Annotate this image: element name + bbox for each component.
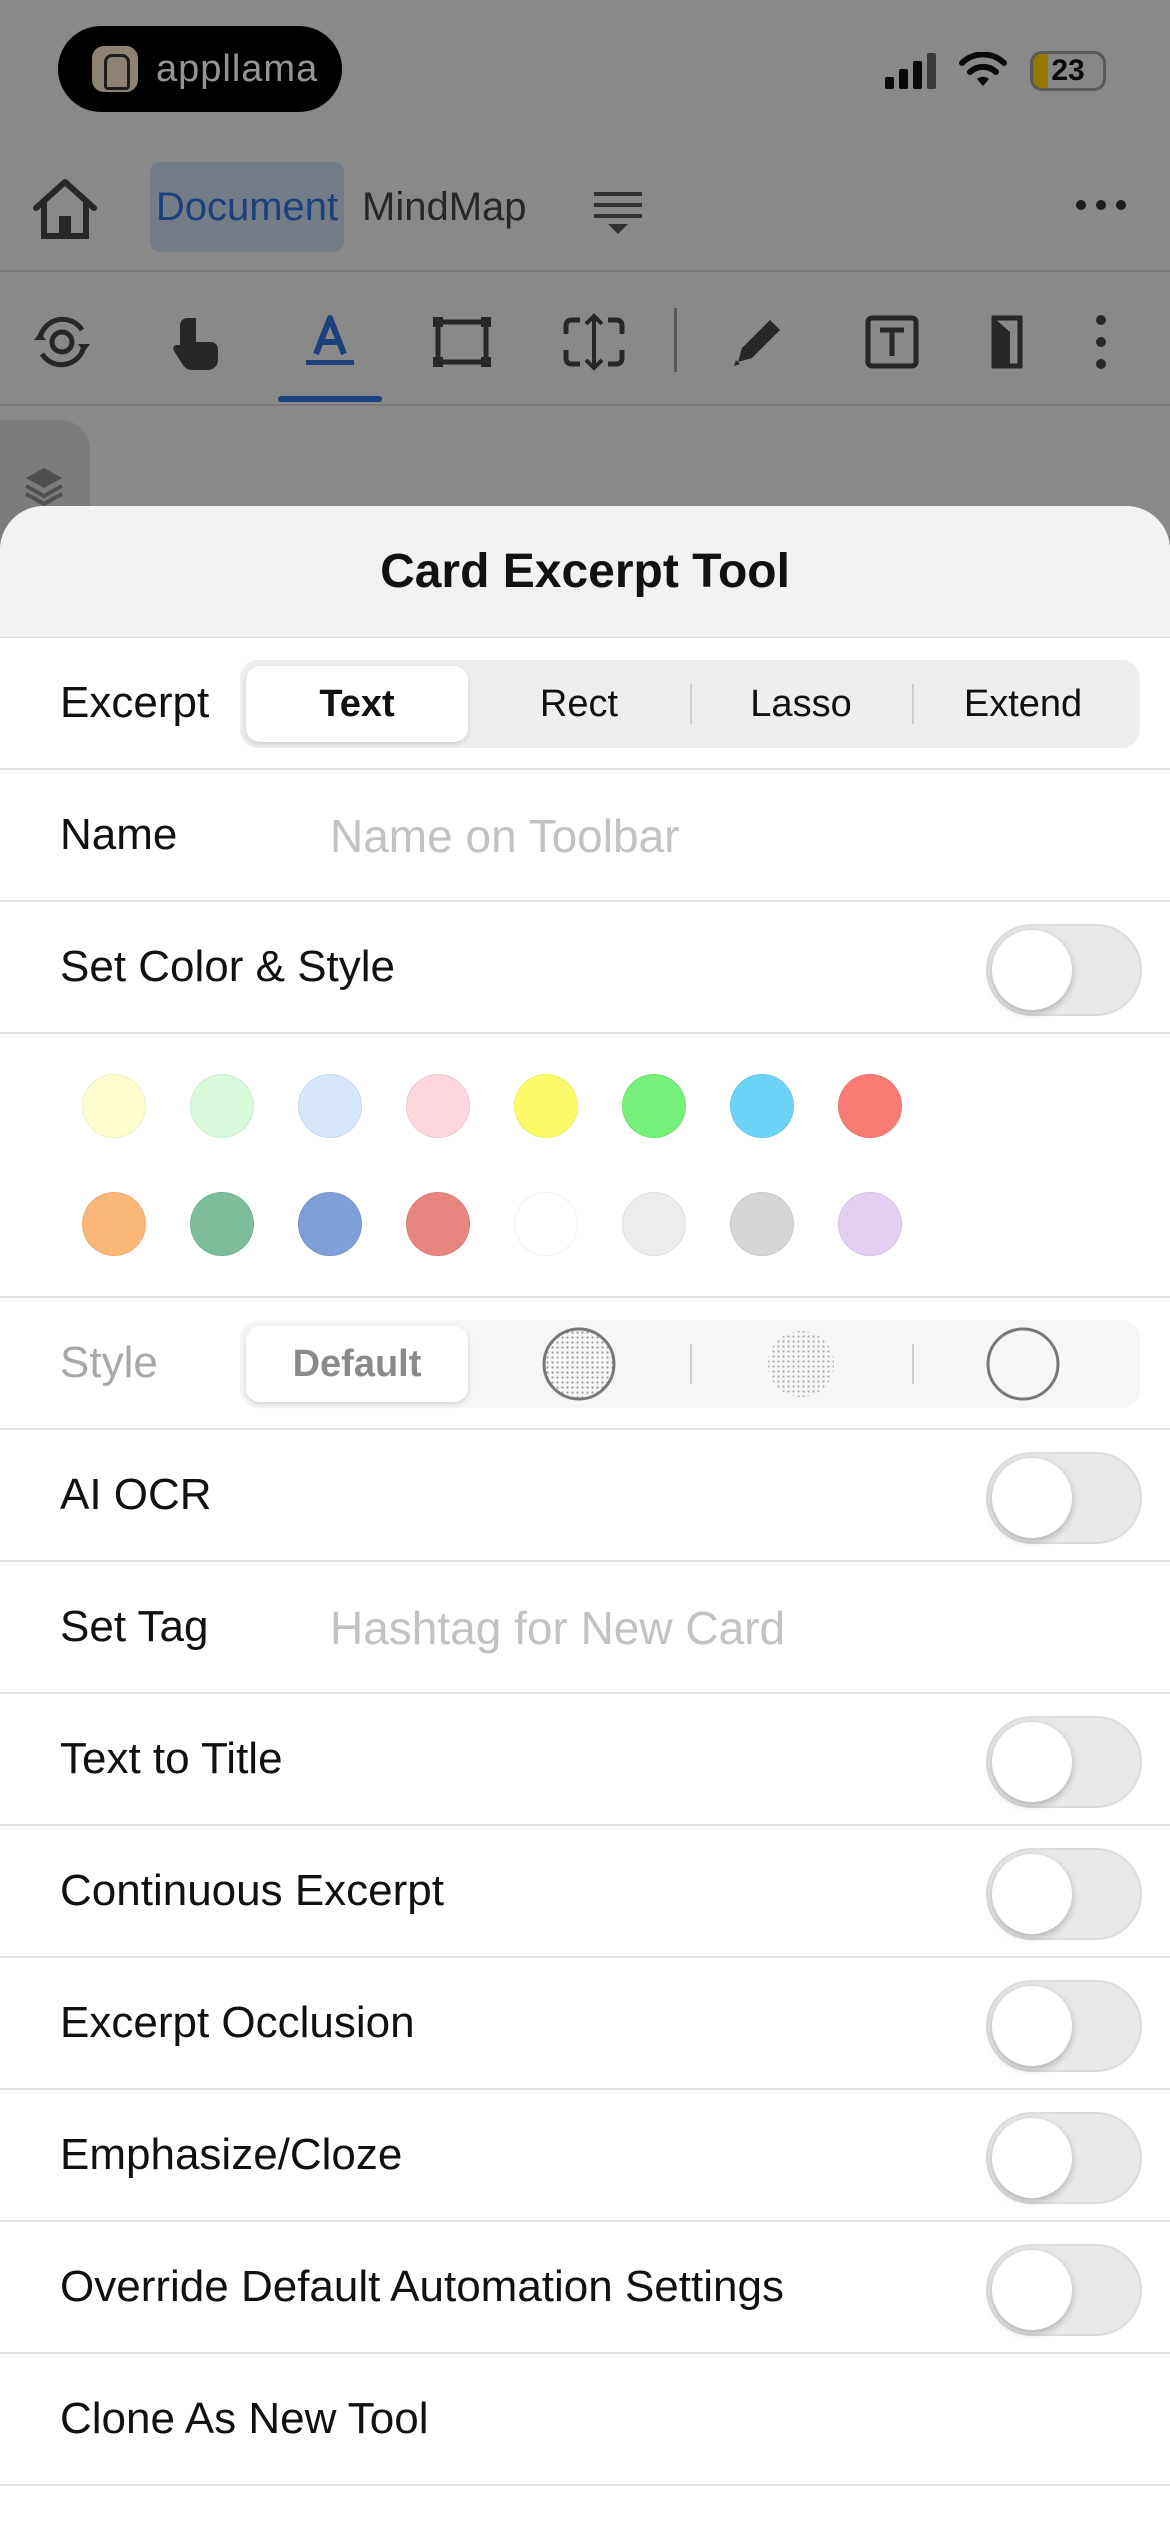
excerpt-mode-segmented: Text Rect Lasso Extend [240, 660, 1140, 748]
continuous-excerpt-row: Continuous Excerpt [0, 1826, 1170, 1958]
override-automation-label: Override Default Automation Settings [60, 2262, 784, 2311]
card-excerpt-tool-sheet: Card Excerpt Tool Excerpt Text Rect Lass… [0, 506, 1170, 2532]
set-color-style-label: Set Color & Style [60, 942, 396, 991]
style-option-dotted-outline[interactable] [468, 1326, 690, 1402]
emphasize-cloze-row: Emphasize/Cloze [0, 2090, 1170, 2222]
text-to-title-toggle[interactable] [986, 1716, 1142, 1808]
sheet-header: Card Excerpt Tool [0, 506, 1170, 638]
name-input[interactable] [330, 800, 1110, 872]
excerpt-row: Excerpt Text Rect Lasso Extend [0, 638, 1170, 770]
continuous-excerpt-toggle[interactable] [986, 1848, 1142, 1940]
continuous-excerpt-label: Continuous Excerpt [60, 1866, 444, 1915]
name-row: Name [0, 770, 1170, 902]
excerpt-option-extend[interactable]: Extend [912, 666, 1134, 742]
color-swatch[interactable] [298, 1192, 362, 1256]
set-color-style-toggle[interactable] [986, 924, 1142, 1016]
style-label: Style [60, 1338, 158, 1387]
style-option-dotted-fill[interactable] [690, 1326, 912, 1402]
color-swatch[interactable] [514, 1074, 578, 1138]
color-swatch[interactable] [514, 1192, 578, 1256]
name-label: Name [60, 810, 178, 859]
ai-ocr-label: AI OCR [60, 1470, 212, 1519]
style-option-outline[interactable] [912, 1326, 1134, 1402]
text-to-title-row: Text to Title [0, 1694, 1170, 1826]
outline-circle-icon [986, 1327, 1060, 1401]
clone-as-new-tool-label: Clone As New Tool [60, 2394, 429, 2443]
color-swatch[interactable] [190, 1192, 254, 1256]
override-automation-toggle[interactable] [986, 2244, 1142, 2336]
excerpt-occlusion-label: Excerpt Occlusion [60, 1998, 415, 2047]
color-swatch[interactable] [406, 1192, 470, 1256]
emphasize-cloze-toggle[interactable] [986, 2112, 1142, 2204]
set-tag-label: Set Tag [60, 1602, 209, 1651]
excerpt-occlusion-row: Excerpt Occlusion [0, 1958, 1170, 2090]
excerpt-option-text[interactable]: Text [246, 666, 468, 742]
color-swatch[interactable] [838, 1192, 902, 1256]
dotted-fill-outline-icon [542, 1327, 616, 1401]
excerpt-option-rect[interactable]: Rect [468, 666, 690, 742]
color-swatch[interactable] [622, 1074, 686, 1138]
color-swatch[interactable] [838, 1074, 902, 1138]
color-swatch[interactable] [82, 1074, 146, 1138]
style-segmented: Default [240, 1320, 1140, 1408]
color-swatch[interactable] [622, 1192, 686, 1256]
ai-ocr-toggle[interactable] [986, 1452, 1142, 1544]
text-to-title-label: Text to Title [60, 1734, 283, 1783]
color-swatch[interactable] [406, 1074, 470, 1138]
style-option-default[interactable]: Default [246, 1326, 468, 1402]
color-swatch[interactable] [190, 1074, 254, 1138]
color-swatch[interactable] [298, 1074, 362, 1138]
excerpt-occlusion-toggle[interactable] [986, 1980, 1142, 2072]
tag-input[interactable] [330, 1592, 1110, 1664]
dotted-fill-icon [768, 1331, 834, 1397]
color-swatch[interactable] [730, 1192, 794, 1256]
clone-as-new-tool-row[interactable]: Clone As New Tool [0, 2354, 1170, 2486]
style-row: Style Default [0, 1298, 1170, 1430]
set-tag-row: Set Tag [0, 1562, 1170, 1694]
sheet-title: Card Excerpt Tool [380, 545, 790, 598]
override-automation-row: Override Default Automation Settings [0, 2222, 1170, 2354]
excerpt-label: Excerpt [60, 678, 210, 727]
color-swatch-grid [0, 1034, 1170, 1298]
color-swatch[interactable] [730, 1074, 794, 1138]
set-color-style-row: Set Color & Style [0, 902, 1170, 1034]
emphasize-cloze-label: Emphasize/Cloze [60, 2130, 403, 2179]
ai-ocr-row: AI OCR [0, 1430, 1170, 1562]
color-swatch[interactable] [82, 1192, 146, 1256]
excerpt-option-lasso[interactable]: Lasso [690, 666, 912, 742]
